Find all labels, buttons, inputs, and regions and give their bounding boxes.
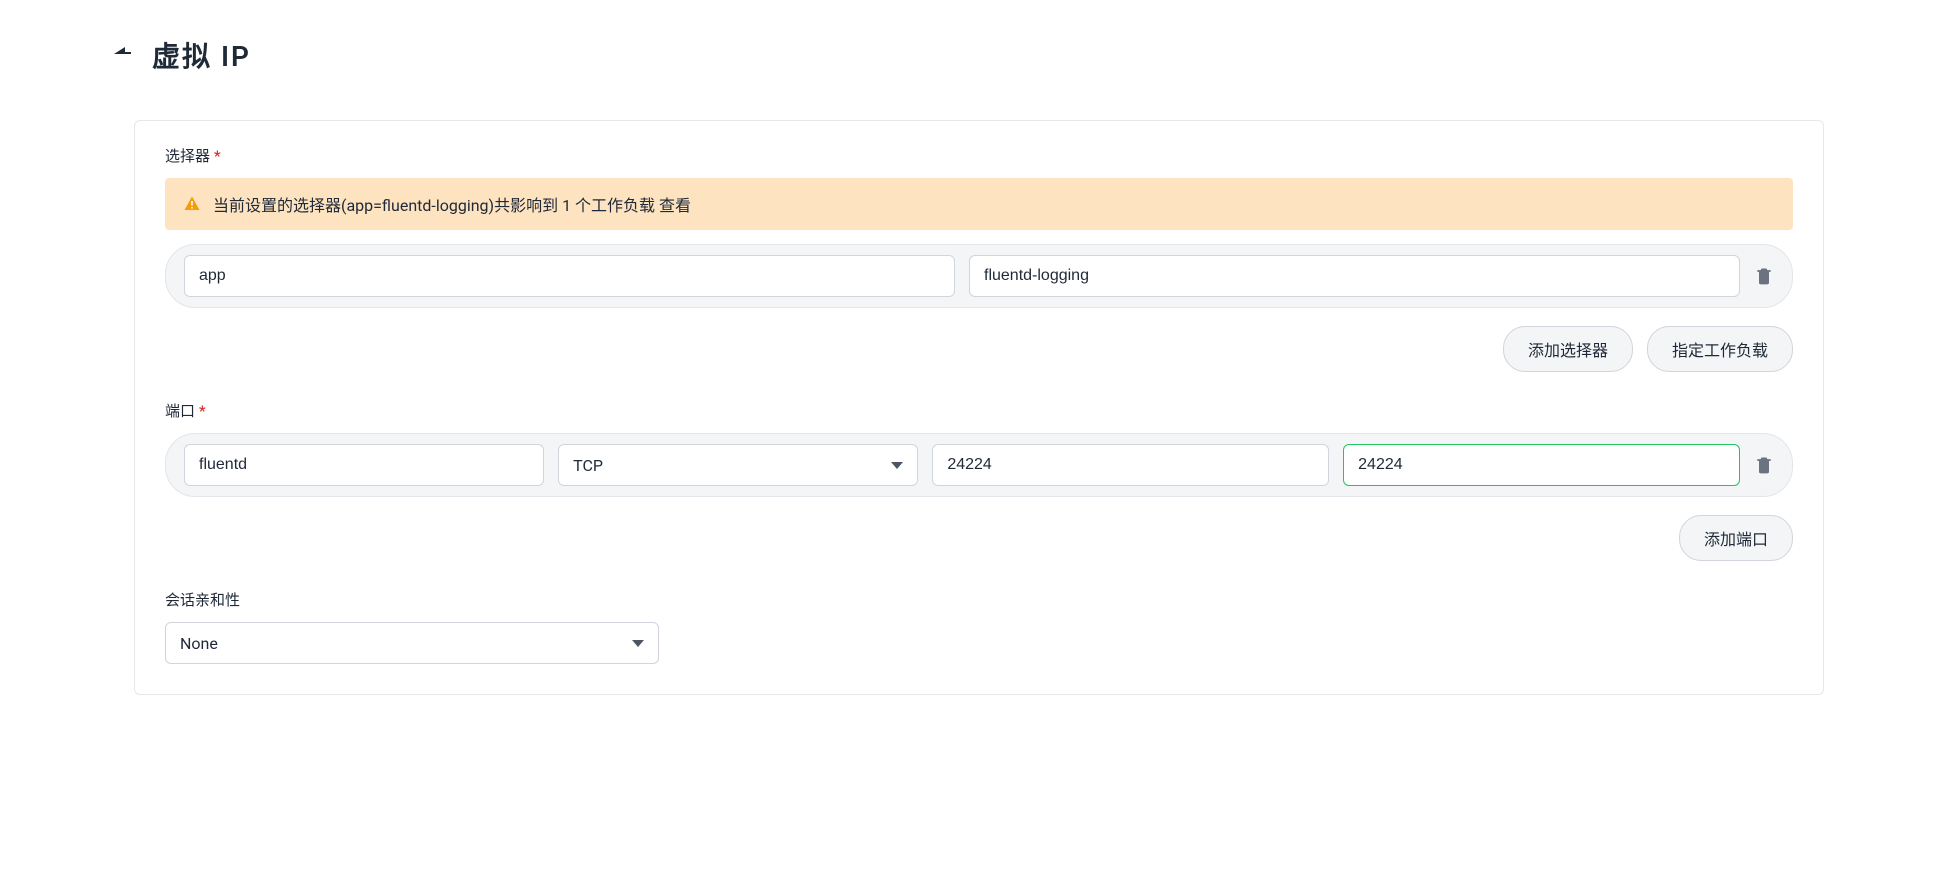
port-row: TCP (165, 433, 1793, 497)
trash-icon[interactable] (1754, 266, 1774, 286)
trash-icon[interactable] (1754, 455, 1774, 475)
chevron-down-icon (632, 640, 644, 647)
required-asterisk: * (199, 402, 206, 420)
add-selector-button[interactable]: 添加选择器 (1503, 326, 1633, 372)
port-protocol-select[interactable]: TCP (558, 444, 918, 486)
back-arrow-icon[interactable] (110, 43, 134, 67)
port-name-input[interactable] (184, 444, 544, 486)
selector-label-text: 选择器 (165, 147, 210, 165)
port-target-input[interactable] (1343, 444, 1740, 486)
selector-row (165, 244, 1793, 308)
alert-text: 当前设置的选择器(app=fluentd-logging)共影响到 1 个工作负… (213, 192, 691, 216)
affinity-label: 会话亲和性 (165, 589, 1793, 610)
affinity-value: None (180, 634, 218, 653)
selector-alert: 当前设置的选择器(app=fluentd-logging)共影响到 1 个工作负… (165, 178, 1793, 230)
selector-value-input[interactable] (969, 255, 1740, 297)
alert-prefix: 当前设置的选择器(app=fluentd-logging)共影响到 1 个工作负… (213, 196, 659, 215)
selector-label: 选择器* (165, 145, 1793, 166)
port-protocol-value: TCP (573, 456, 603, 475)
affinity-select[interactable]: None (165, 622, 659, 664)
selector-key-input[interactable] (184, 255, 955, 297)
chevron-down-icon (891, 462, 903, 469)
selector-button-row: 添加选择器 指定工作负载 (165, 326, 1793, 372)
port-button-row: 添加端口 (165, 515, 1793, 561)
port-label: 端口* (165, 400, 1793, 421)
port-label-text: 端口 (165, 402, 195, 420)
required-asterisk: * (214, 147, 221, 165)
warning-icon (183, 195, 201, 213)
page-header: 虚拟 IP (110, 35, 1824, 75)
specify-workload-button[interactable]: 指定工作负载 (1647, 326, 1793, 372)
alert-view-link[interactable]: 查看 (659, 196, 691, 215)
port-number-input[interactable] (932, 444, 1329, 486)
page-title: 虚拟 IP (152, 35, 251, 75)
add-port-button[interactable]: 添加端口 (1679, 515, 1793, 561)
form-panel: 选择器* 当前设置的选择器(app=fluentd-logging)共影响到 1… (134, 120, 1824, 695)
